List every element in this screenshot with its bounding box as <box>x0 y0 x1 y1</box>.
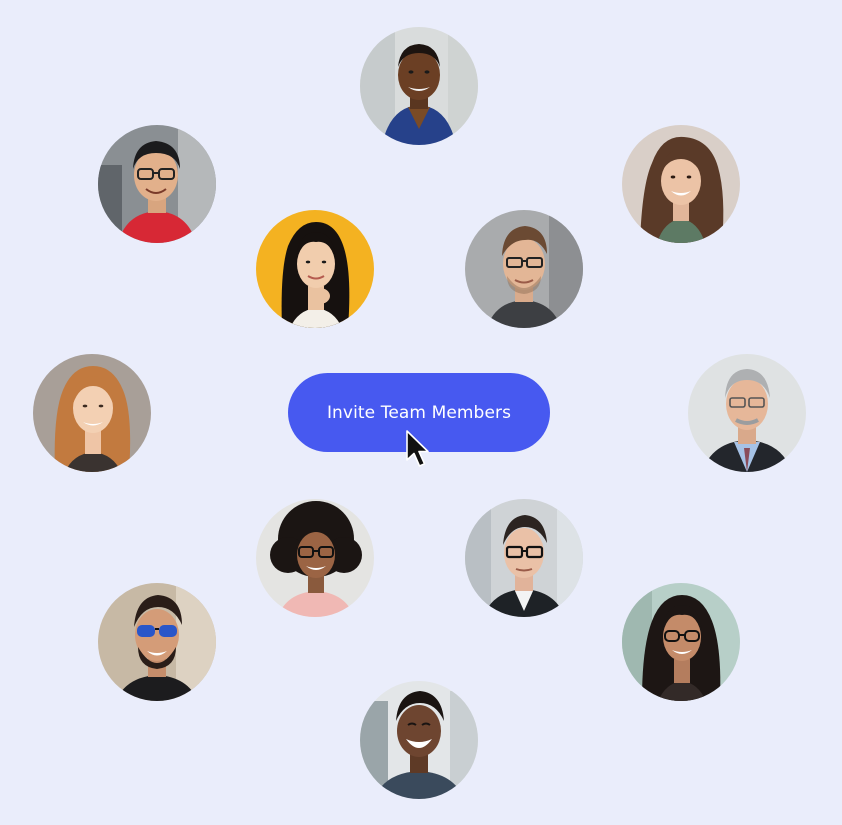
team-member-avatar <box>688 354 806 472</box>
team-member-avatar <box>33 354 151 472</box>
team-member-avatar <box>465 210 583 328</box>
arrow-pointer-icon <box>405 430 429 468</box>
team-member-avatar <box>622 125 740 243</box>
team-member-avatar <box>256 499 374 617</box>
team-member-avatar <box>622 583 740 701</box>
team-member-avatar <box>360 681 478 799</box>
team-member-avatar <box>465 499 583 617</box>
team-member-avatar <box>256 210 374 328</box>
team-member-avatar <box>98 583 216 701</box>
team-member-avatar <box>98 125 216 243</box>
team-member-avatar <box>360 27 478 145</box>
team-members-stage: Invite Team Members <box>0 0 842 825</box>
